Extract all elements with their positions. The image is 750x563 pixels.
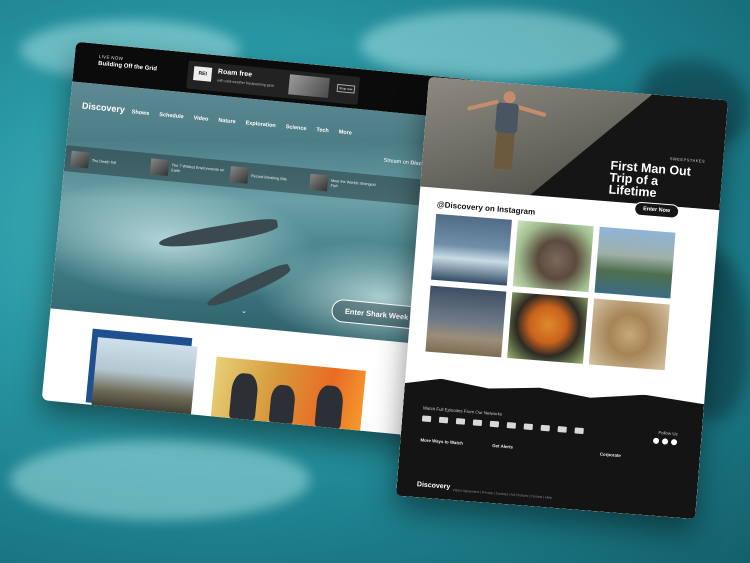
show-card-crew[interactable] — [210, 356, 366, 431]
sweepstakes-banner: SWEEPSTAKES First Man Out Trip of a Life… — [420, 76, 729, 211]
network-logo[interactable] — [456, 418, 465, 425]
nav-tech[interactable]: Tech — [316, 127, 329, 134]
instagram-icon[interactable] — [671, 439, 677, 445]
footer-heading: Get Alerts — [492, 442, 514, 450]
person — [268, 384, 297, 425]
promo-title: First Man Out Trip of a Lifetime — [608, 158, 692, 201]
footer-column-corporate: Corporate — [600, 451, 621, 458]
network-logo[interactable] — [541, 425, 550, 432]
live-now-label: LIVE NOW — [98, 53, 124, 62]
instagram-post-quail[interactable] — [512, 220, 594, 293]
nav-science[interactable]: Science — [285, 124, 306, 132]
hiker-head — [503, 90, 517, 104]
stream-prefix: Stream on — [383, 157, 410, 167]
discovery-footer-page-screenshot: SWEEPSTAKES First Man Out Trip of a Life… — [395, 76, 729, 520]
show-card-offgrid[interactable] — [91, 337, 198, 417]
network-logo[interactable] — [507, 422, 516, 429]
featured-item[interactable]: The Death Toll — [70, 150, 145, 175]
featured-title: The Death Toll — [91, 158, 117, 165]
thumbnail — [229, 166, 249, 184]
nav-schedule[interactable]: Schedule — [159, 112, 184, 120]
featured-item[interactable]: The 7 Wildest Environments on Earth — [149, 157, 225, 182]
instagram-grid — [425, 213, 676, 371]
network-logo[interactable] — [422, 415, 431, 422]
network-logo[interactable] — [574, 427, 583, 434]
instagram-post-fjord[interactable] — [594, 226, 676, 299]
nav-video[interactable]: Video — [193, 115, 208, 122]
nav-exploration[interactable]: Exploration — [245, 120, 276, 129]
instagram-post-iceberg[interactable] — [431, 213, 512, 286]
ad-title: Roam free — [217, 68, 253, 79]
footer-heading: More Ways to Watch — [420, 437, 464, 446]
facebook-icon[interactable] — [653, 438, 659, 444]
featured-title: Record Breaking Bite — [250, 173, 288, 181]
thumbnail — [70, 150, 90, 169]
hiker-arm — [516, 104, 547, 118]
hiker-legs — [493, 132, 515, 170]
featured-item[interactable]: Meet the Worlds Strangest Fish — [309, 173, 384, 198]
featured-title: The 7 Wildest Environments on Earth — [171, 163, 225, 174]
footer-column-alerts: Get Alerts — [492, 443, 513, 450]
main-nav: Shows Schedule Video Nature Exploration … — [131, 109, 352, 136]
wave-highlight — [10, 440, 310, 520]
featured-title: Meet the Worlds Strangest Fish — [330, 178, 376, 189]
instagram-post-lion[interactable] — [425, 285, 507, 358]
hiker-body — [494, 102, 520, 134]
instagram-post-seals[interactable] — [588, 298, 670, 371]
person — [314, 384, 345, 429]
hiker-arm — [466, 99, 499, 111]
network-logos — [422, 415, 584, 434]
social-icons — [653, 438, 677, 446]
footer-column-watch: More Ways to Watch — [420, 437, 463, 446]
network-logo[interactable] — [439, 417, 448, 424]
networks-label: Watch Full Episodes From Our Networks — [422, 405, 503, 417]
wave-highlight — [360, 10, 620, 80]
discovery-logo[interactable]: Discovery — [82, 101, 126, 115]
rei-logo: REI — [193, 66, 213, 82]
network-logo[interactable] — [490, 421, 499, 428]
ad-subtitle: with cold-weather backpacking gear — [216, 78, 275, 88]
person — [228, 372, 260, 421]
live-show-link[interactable]: Building Off the Grid — [98, 61, 157, 73]
thumbnail — [309, 173, 329, 192]
twitter-icon[interactable] — [662, 438, 668, 444]
footer-legal-links[interactable]: Visitor Agreement | Privacy | Cookies | … — [452, 488, 552, 500]
chevron-down-icon[interactable]: ⌄ — [241, 307, 248, 316]
follow-us-label: Follow Us — [658, 429, 678, 437]
thumbnail — [149, 158, 170, 177]
enter-now-button[interactable]: Enter Now — [633, 201, 680, 219]
featured-item[interactable]: Record Breaking Bite — [229, 165, 304, 190]
footer-heading: Corporate — [599, 451, 621, 459]
instagram-post-tiger[interactable] — [507, 292, 589, 364]
shark-week-hero: Discovery Shows Schedule Video Nature Ex… — [50, 81, 471, 347]
network-logo[interactable] — [557, 426, 566, 433]
nav-more[interactable]: More — [338, 129, 352, 136]
site-footer: Watch Full Episodes From Our Networks Fo… — [396, 376, 704, 519]
nav-nature[interactable]: Nature — [218, 118, 236, 126]
footer-discovery-logo[interactable]: Discovery — [417, 481, 451, 491]
ad-image — [288, 74, 330, 99]
ad-shop-button[interactable]: Shop now — [336, 83, 356, 94]
nav-shows[interactable]: Shows — [131, 109, 149, 117]
network-logo[interactable] — [473, 419, 482, 426]
network-logo[interactable] — [524, 423, 533, 430]
